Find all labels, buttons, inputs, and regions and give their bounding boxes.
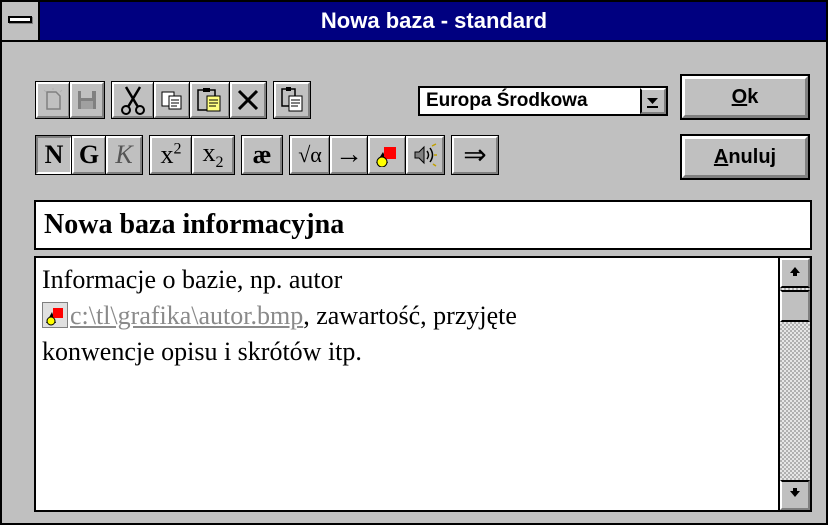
ok-label: Ok [731, 85, 759, 108]
normal-text-button[interactable]: N [35, 135, 73, 175]
math-label: √α [298, 142, 322, 167]
title-bar[interactable]: Nowa baza - standard [2, 2, 826, 42]
math-symbols-button[interactable]: √α [289, 135, 331, 175]
delete-icon [236, 88, 260, 112]
insert-sound-icon [412, 143, 438, 167]
description-line-2-text: , zawartość, przyjęte [303, 301, 517, 330]
vertical-scrollbar[interactable] [778, 258, 810, 510]
special-chars-button[interactable]: æ [241, 135, 283, 175]
link-arrow-label: ⇒ [463, 140, 487, 171]
description-content: Informacje o bazie, np. autor c:\tl\graf… [42, 262, 772, 370]
copy-button[interactable] [153, 81, 191, 119]
delete-button[interactable] [229, 81, 267, 119]
bold-button[interactable]: G [71, 135, 107, 175]
insert-picture-button[interactable] [367, 135, 407, 175]
insert-sound-button[interactable] [405, 135, 445, 175]
copy-icon [160, 89, 184, 111]
description-line-3: konwencje opisu i skrótów itp. [42, 337, 362, 366]
subscript-label: x2 [202, 137, 224, 172]
region-select[interactable]: Europa Środkowa [418, 86, 668, 116]
paste-icon [196, 87, 224, 113]
description-line-1: Informacje o bazie, np. autor [42, 265, 343, 294]
region-select-value: Europa Środkowa [426, 90, 588, 111]
paste-button[interactable] [189, 81, 231, 119]
cross-reference-button[interactable]: ⇒ [451, 135, 499, 175]
paste-special-button[interactable] [273, 81, 311, 119]
description-line-2: c:\tl\grafika\autor.bmp, zawartość, przy… [42, 298, 772, 334]
picture-link-icon[interactable] [42, 302, 68, 328]
new-document-button[interactable] [35, 81, 71, 119]
arrow-label: → [335, 139, 363, 170]
normal-text-label: N [44, 140, 64, 169]
scroll-up-icon [788, 264, 802, 282]
insert-picture-icon [374, 143, 400, 167]
subscript-button[interactable]: x2 [191, 135, 235, 175]
dropdown-arrow-button[interactable] [640, 88, 666, 114]
dropdown-arrow-icon [642, 98, 664, 116]
italic-label: K [115, 140, 133, 169]
save-icon [76, 89, 98, 111]
database-name-text: Nowa baza informacyjna [44, 209, 345, 240]
scroll-down-icon [788, 486, 802, 504]
insert-link-button[interactable]: → [329, 135, 369, 175]
dialog-window: Nowa baza - standard Europa Środkowa N G… [0, 0, 828, 525]
cancel-label: Anuluj [713, 145, 777, 168]
ok-button[interactable]: Ok [680, 74, 810, 120]
save-button[interactable] [69, 81, 105, 119]
system-menu-icon[interactable] [2, 2, 40, 40]
paste-special-icon [279, 87, 305, 113]
italic-button[interactable]: K [105, 135, 143, 175]
image-path-link[interactable]: c:\tl\grafika\autor.bmp [70, 301, 303, 330]
cancel-button[interactable]: Anuluj [680, 134, 810, 180]
cut-icon [118, 85, 148, 115]
description-textarea[interactable]: Informacje o bazie, np. autor c:\tl\graf… [34, 256, 812, 512]
bold-label: G [78, 140, 100, 169]
scroll-thumb[interactable] [780, 290, 810, 322]
superscript-button[interactable]: x2 [149, 135, 193, 175]
superscript-label: x2 [160, 140, 182, 169]
cut-button[interactable] [111, 81, 155, 119]
ligature-label: æ [252, 140, 272, 169]
scroll-down-button[interactable] [780, 480, 810, 510]
new-document-icon [41, 88, 65, 112]
window-title: Nowa baza - standard [320, 8, 548, 33]
scroll-up-button[interactable] [780, 258, 810, 288]
database-name-field[interactable]: Nowa baza informacyjna [34, 200, 812, 250]
